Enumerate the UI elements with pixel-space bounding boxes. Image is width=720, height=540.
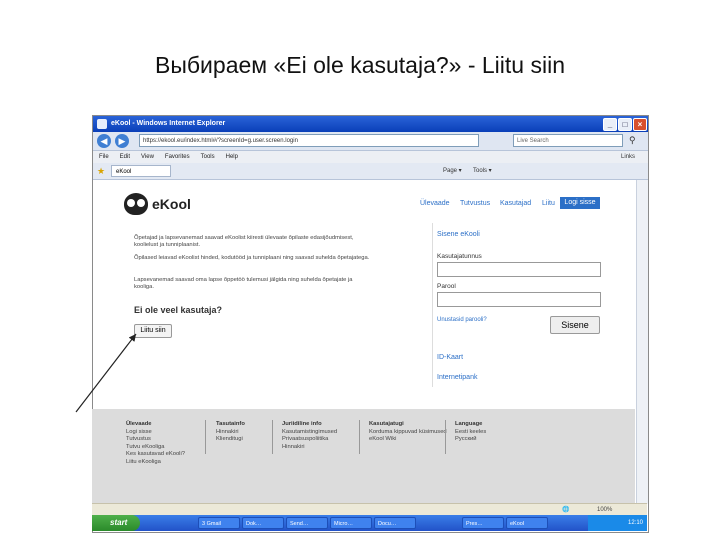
links-label[interactable]: Links: [621, 151, 635, 163]
search-icon[interactable]: ⚲: [629, 135, 639, 145]
page-menu[interactable]: Page ▾: [443, 166, 462, 176]
menu-view[interactable]: View: [141, 154, 154, 160]
menu-help[interactable]: Help: [226, 154, 238, 160]
menu-edit[interactable]: Edit: [120, 154, 130, 160]
browser-window: eKool - Windows Internet Explorer _ □ × …: [92, 115, 649, 533]
menu-file[interactable]: File: [99, 154, 109, 160]
menu-bar: File Edit View Favorites Tools Help: [93, 151, 648, 163]
address-bar[interactable]: https://ekool.eu/index.html#/?screenId=g…: [139, 134, 479, 147]
ie-icon: [97, 119, 107, 129]
tab-ekool[interactable]: eKool: [111, 165, 171, 177]
menu-favorites[interactable]: Favorites: [165, 154, 190, 160]
back-icon[interactable]: ◀: [97, 134, 111, 148]
title-bar: eKool - Windows Internet Explorer _ □ ×: [93, 116, 648, 132]
menu-tools[interactable]: Tools: [201, 154, 215, 160]
forward-icon[interactable]: ▶: [115, 134, 129, 148]
tools-menu[interactable]: Tools ▾: [473, 166, 492, 176]
navigation-bar: ◀ ▶ https://ekool.eu/index.html#/?screen…: [93, 132, 648, 151]
vertical-scrollbar[interactable]: [636, 180, 648, 504]
favorites-star-icon[interactable]: ★: [97, 166, 105, 177]
favorites-bar: ★ eKool Page ▾ Tools ▾: [93, 163, 648, 180]
maximize-button[interactable]: □: [618, 118, 632, 131]
search-input[interactable]: Live Search: [513, 134, 623, 147]
close-button[interactable]: ×: [633, 118, 647, 131]
minimize-button[interactable]: _: [603, 118, 617, 131]
slide-title: Выбираем «Ei ole kasutaja?» - Liitu siin: [155, 52, 565, 78]
window-title: eKool - Windows Internet Explorer: [111, 120, 226, 127]
